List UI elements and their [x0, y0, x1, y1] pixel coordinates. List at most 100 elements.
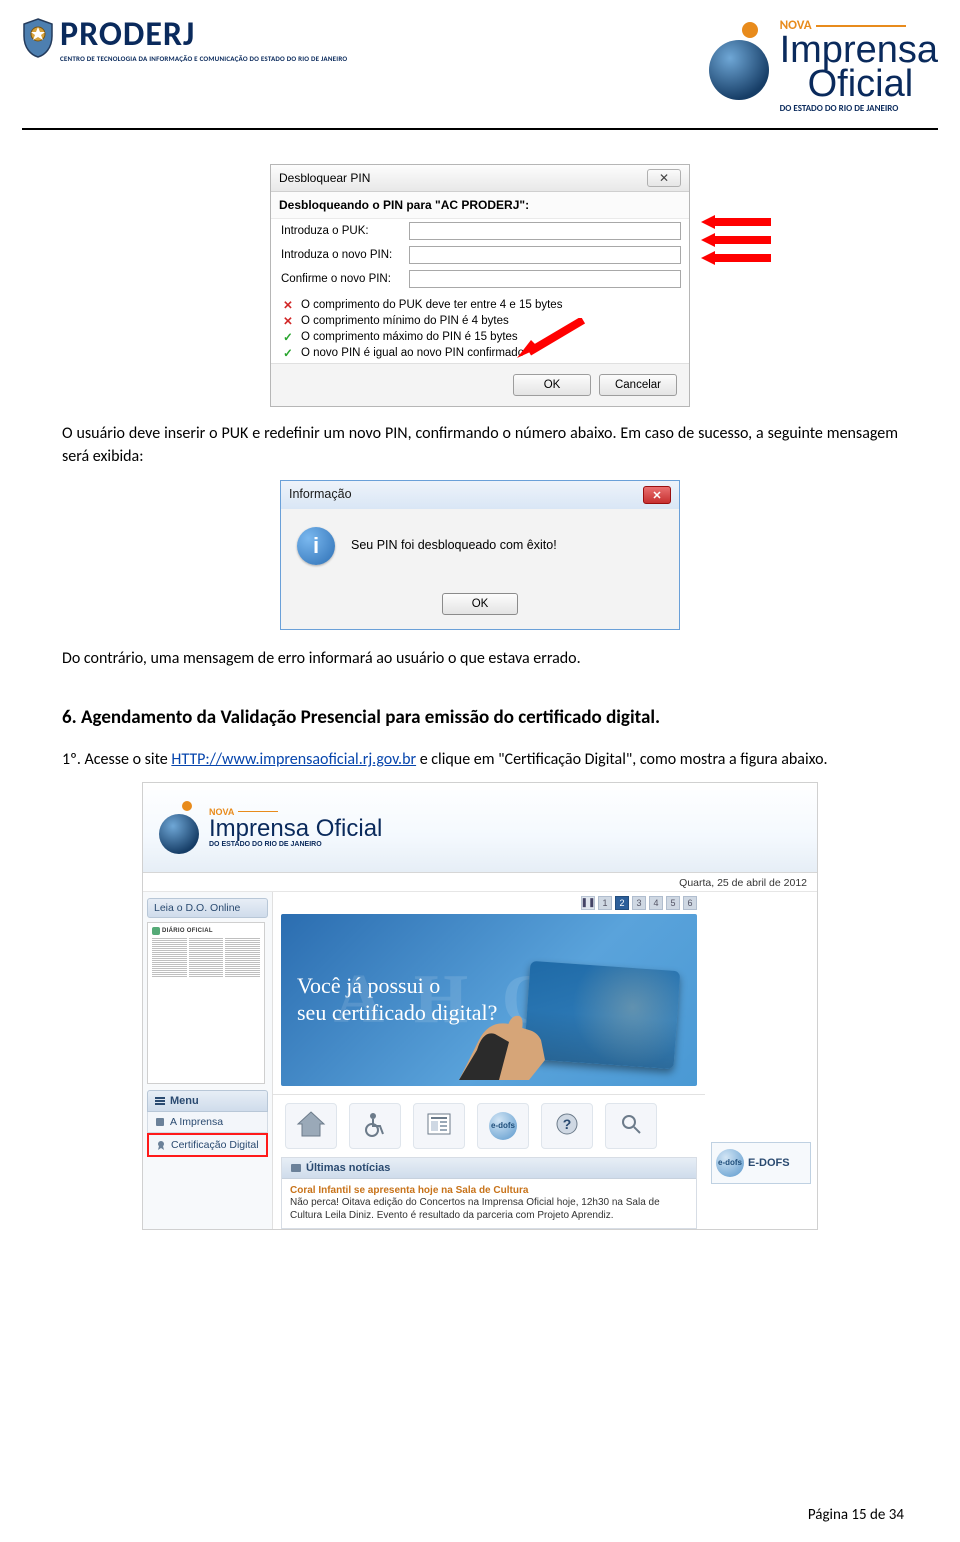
info-button-row: OK — [281, 583, 679, 629]
menu-item-imprensa[interactable]: A Imprensa — [147, 1112, 268, 1133]
news-headline[interactable]: Coral Infantil se apresenta hoje na Sala… — [290, 1185, 688, 1198]
site-right-column: e-dofs E-DOFS — [705, 892, 817, 1230]
site-sidebar: Leia o D.O. Online DIÁRIO OFICIAL Menu — [143, 892, 273, 1230]
check-mark-icon: ✓ — [281, 330, 295, 344]
orange-line-icon — [238, 811, 278, 812]
rule-text: O comprimento do PUK deve ter entre 4 e … — [301, 299, 562, 311]
news-panel: Últimas notícias Coral Infantil se apres… — [281, 1157, 697, 1230]
section-heading: 6. Agendamento da Validação Presencial p… — [62, 705, 898, 732]
certificate-icon — [155, 1139, 167, 1151]
card-in-hand-illustration: Certificado Digital — [459, 940, 689, 1080]
news-heading: Últimas notícias — [282, 1158, 696, 1179]
rule-item: ✓ O novo PIN é igual ao novo PIN confirm… — [281, 345, 681, 361]
pager-num[interactable]: 1 — [598, 896, 612, 910]
leia-do-online-tab[interactable]: Leia o D.O. Online — [147, 898, 268, 918]
site-logo-subtitle: DO ESTADO DO RIO DE JANEIRO — [209, 841, 382, 848]
pager-num[interactable]: 3 — [632, 896, 646, 910]
imprensa-word: Imprensa — [780, 33, 938, 67]
edofs-icon: e-dofs — [489, 1112, 517, 1140]
menu-header: Menu — [147, 1090, 268, 1112]
paragraph: O usuário deve inserir o PUK e redefinir… — [62, 423, 898, 468]
help-shortcut[interactable]: ? — [541, 1103, 593, 1149]
menu-item-label: A Imprensa — [170, 1116, 223, 1128]
menu-label: Menu — [170, 1095, 199, 1107]
search-shortcut[interactable] — [605, 1103, 657, 1149]
cancel-button[interactable]: Cancelar — [599, 374, 677, 396]
svg-text:?: ? — [563, 1116, 572, 1132]
x-mark-icon: ✕ — [281, 298, 295, 312]
edofs-shortcut[interactable]: e-dofs — [477, 1103, 529, 1149]
page-total: 34 — [889, 1506, 904, 1524]
menu-icon — [154, 1095, 166, 1107]
new-pin-input[interactable] — [409, 246, 681, 264]
mini-coat-of-arms-icon — [152, 927, 160, 935]
site-logo: NOVA Imprensa Oficial DO ESTADO DO RIO D… — [157, 798, 382, 856]
rule-item: ✕ O comprimento mínimo do PIN é 4 bytes — [281, 313, 681, 329]
date-row: Quarta, 25 de abril de 2012 — [143, 873, 817, 892]
info-icon: i — [297, 527, 335, 565]
page-header: PRODERJ CENTRO DE TECNOLOGIA DA INFORMAÇ… — [0, 0, 960, 122]
edofs-icon: e-dofs — [716, 1149, 744, 1177]
diario-shortcut[interactable] — [413, 1103, 465, 1149]
site-logo-text: Imprensa Oficial — [209, 817, 382, 841]
paragraph: 1º. Acesse o site HTTP://www.imprensaofi… — [62, 749, 898, 771]
rule-item: ✓ O comprimento máximo do PIN é 15 bytes — [281, 329, 681, 345]
book-icon — [154, 1116, 166, 1128]
state-coat-of-arms-icon — [22, 18, 54, 63]
confirm-pin-label: Confirme o novo PIN: — [281, 273, 403, 285]
accessibility-shortcut[interactable] — [349, 1103, 401, 1149]
edofs-box[interactable]: e-dofs E-DOFS — [711, 1142, 811, 1184]
info-titlebar: Informação ✕ — [281, 481, 679, 509]
confirm-pin-input[interactable] — [409, 270, 681, 288]
pager-num[interactable]: 6 — [683, 896, 697, 910]
pager-num-active[interactable]: 2 — [615, 896, 629, 910]
footer-text: de — [867, 1506, 889, 1524]
home-shortcut[interactable] — [285, 1103, 337, 1149]
puk-input[interactable] — [409, 222, 681, 240]
website-screenshot: NOVA Imprensa Oficial DO ESTADO DO RIO D… — [142, 782, 818, 1231]
rule-text: O novo PIN é igual ao novo PIN confirmad… — [301, 347, 524, 359]
hand-icon — [459, 990, 579, 1080]
site-link[interactable]: HTTP://www.imprensaoficial.rj.gov.br — [171, 750, 416, 769]
news-body: Coral Infantil se apresenta hoje na Sala… — [282, 1179, 696, 1229]
info-body: i Seu PIN foi desbloqueado com êxito! — [281, 509, 679, 583]
proderj-logo: PRODERJ CENTRO DE TECNOLOGIA DA INFORMAÇ… — [22, 18, 347, 63]
news-text: Não perca! Oitava edição do Concertos na… — [290, 1197, 688, 1222]
site-main: ❚❚ 1 2 3 4 5 6 A H Q L Você já possui o … — [273, 892, 705, 1230]
menu-item-certificacao-digital[interactable]: Certificação Digital — [147, 1133, 268, 1157]
imprensa-oficial-mark-icon — [157, 798, 201, 856]
arrow-left-icon — [701, 251, 771, 265]
wheelchair-icon — [361, 1110, 389, 1141]
check-mark-icon: ✓ — [281, 346, 295, 360]
confirm-pin-row: Confirme o novo PIN: — [271, 267, 689, 291]
oficial-word: Oficial — [808, 67, 914, 101]
pager-num[interactable]: 5 — [666, 896, 680, 910]
ok-button[interactable]: OK — [442, 593, 518, 615]
pager-pause-icon[interactable]: ❚❚ — [581, 896, 595, 910]
certificado-banner[interactable]: A H Q L Você já possui o seu certificado… — [281, 914, 697, 1086]
unblock-pin-dialog: Desbloquear PIN ✕ Desbloqueando o PIN pa… — [270, 164, 690, 407]
pager-num[interactable]: 4 — [649, 896, 663, 910]
site-body: Leia o D.O. Online DIÁRIO OFICIAL Menu — [143, 892, 817, 1230]
close-button[interactable]: ✕ — [643, 486, 671, 504]
ok-button[interactable]: OK — [513, 374, 591, 396]
edofs-label: E-DOFS — [748, 1157, 790, 1169]
ok-arrow-annotation — [515, 318, 585, 358]
puk-label: Introduza o PUK: — [281, 225, 403, 237]
proderj-subtitle: CENTRO DE TECNOLOGIA DA INFORMAÇÃO E COM… — [60, 54, 347, 63]
dialog-title: Desbloquear PIN — [279, 171, 370, 185]
banner-pager: ❚❚ 1 2 3 4 5 6 — [581, 896, 697, 910]
site-header: NOVA Imprensa Oficial DO ESTADO DO RIO D… — [143, 783, 817, 873]
validation-rules: ✕ O comprimento do PUK deve ter entre 4 … — [271, 291, 689, 363]
header-divider — [22, 128, 938, 130]
search-icon — [619, 1112, 643, 1139]
nova-imprensa-oficial-logo: NOVA Imprensa Oficial DO ESTADO DO RIO D… — [706, 18, 938, 114]
diario-oficial-preview[interactable]: DIÁRIO OFICIAL — [147, 922, 265, 1084]
news-icon — [290, 1162, 302, 1174]
news-heading-text: Últimas notícias — [306, 1162, 390, 1174]
info-dialog: Informação ✕ i Seu PIN foi desbloqueado … — [280, 480, 680, 630]
close-button[interactable]: ✕ — [647, 169, 681, 187]
arrow-left-icon — [701, 233, 771, 247]
dialog-button-row: OK Cancelar — [271, 363, 689, 406]
newspaper-icon — [425, 1111, 453, 1140]
